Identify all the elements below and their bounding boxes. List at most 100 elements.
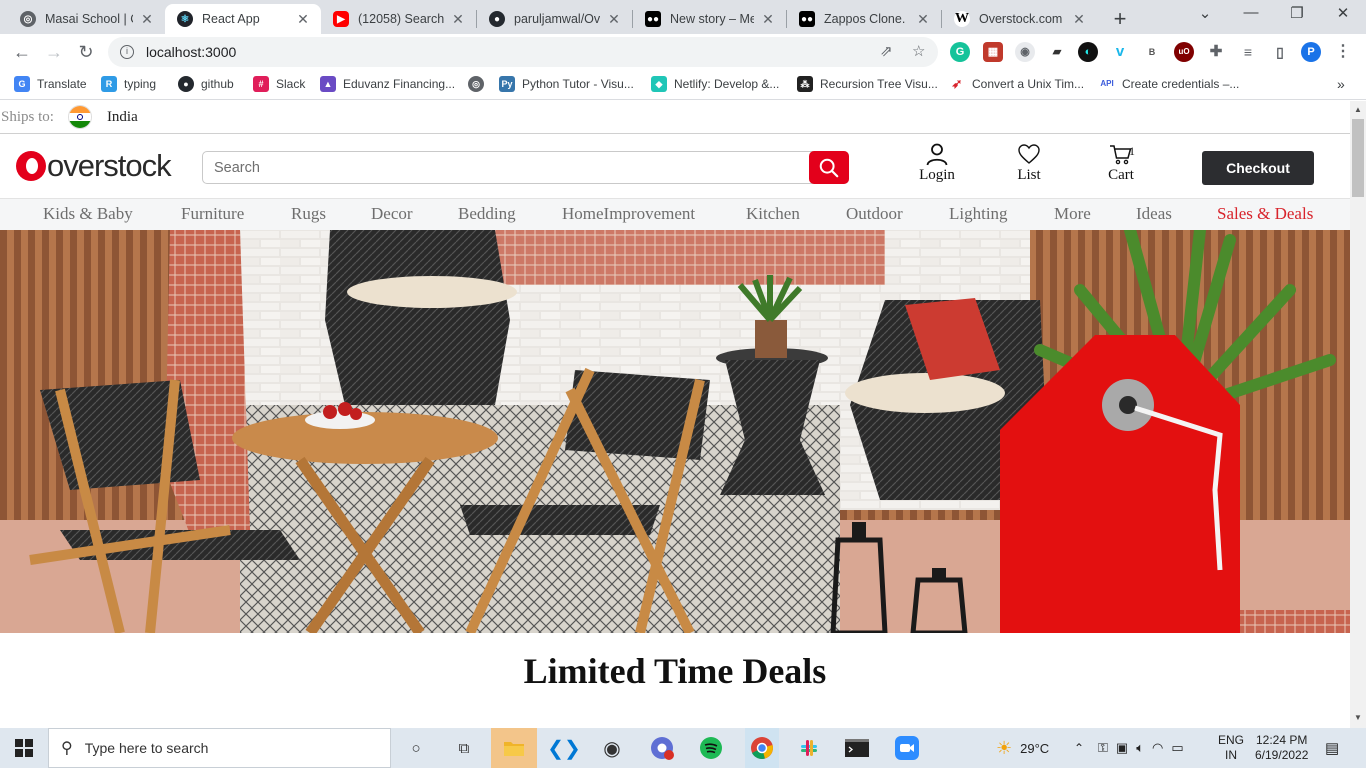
zoom-icon[interactable] xyxy=(893,734,921,762)
scroll-up-icon[interactable]: ▲ xyxy=(1354,105,1362,114)
category-home-improvement[interactable]: HomeImprovement xyxy=(562,204,695,224)
bookmark-item[interactable]: ▲ Eduvanz Financing... xyxy=(320,76,455,92)
bookmark-item[interactable]: ◆ Netlify: Develop &... xyxy=(651,76,779,92)
browser-tab[interactable]: ●● Zappos Clone. I a ✕ xyxy=(787,4,941,34)
network-icon[interactable]: ⚿ xyxy=(1098,740,1108,756)
scroll-down-icon[interactable]: ▼ xyxy=(1354,713,1362,722)
category-kitchen[interactable]: Kitchen xyxy=(746,204,800,224)
category-rugs[interactable]: Rugs xyxy=(291,204,326,224)
share-icon[interactable]: ⇗ xyxy=(880,42,893,60)
chrome-icon[interactable] xyxy=(745,728,779,768)
notifications-icon[interactable]: ▤ xyxy=(1325,728,1339,768)
category-more[interactable]: More xyxy=(1054,204,1091,224)
browser-tab[interactable]: ▶ (12058) Search Fi ✕ xyxy=(321,4,476,34)
site-info-icon[interactable]: i xyxy=(120,45,134,59)
menu-kebab-icon[interactable]: ⋮ xyxy=(1333,42,1353,62)
weather-widget[interactable]: ☀ 29°C xyxy=(996,728,1049,768)
volume-icon[interactable]: 🔈︎ xyxy=(1136,740,1144,756)
category-lighting[interactable]: Lighting xyxy=(949,204,1008,224)
page-scrollbar[interactable]: ▲ ▼ xyxy=(1350,101,1366,728)
profile-avatar[interactable]: P xyxy=(1301,42,1321,62)
browser-tab[interactable]: ●● New story – Medi ✕ xyxy=(633,4,786,34)
vimeo-icon[interactable]: v xyxy=(1110,42,1130,62)
maximize-button[interactable]: ❐ xyxy=(1282,4,1312,22)
language-indicator[interactable]: ENG IN xyxy=(1218,728,1244,768)
india-flag-icon[interactable] xyxy=(67,105,92,129)
ublock-icon[interactable]: uO xyxy=(1174,42,1194,62)
category-decor[interactable]: Decor xyxy=(371,204,413,224)
checkout-button[interactable]: Checkout xyxy=(1202,151,1314,185)
category-sales-deals[interactable]: Sales & Deals xyxy=(1217,204,1313,224)
overstock-logo[interactable]: overstock xyxy=(16,148,172,184)
category-bedding[interactable]: Bedding xyxy=(458,204,516,224)
minimize-button[interactable]: — xyxy=(1236,4,1266,21)
category-furniture[interactable]: Furniture xyxy=(181,204,244,224)
browser-tab[interactable]: ● paruljamwal/Ove ✕ xyxy=(477,4,632,34)
extension-icon[interactable]: ▰ xyxy=(1047,42,1067,62)
category-outdoor[interactable]: Outdoor xyxy=(846,204,903,224)
bookmark-item[interactable]: ⁂ Recursion Tree Visu... xyxy=(797,76,938,92)
new-tab-button[interactable]: + xyxy=(1108,6,1132,32)
cart-button[interactable]: 1 Cart xyxy=(1086,142,1156,184)
taskbar-search-box[interactable]: ⚲ Type here to search xyxy=(48,728,391,768)
browser-tab-active[interactable]: ⚛ React App ✕ xyxy=(165,4,321,34)
bookmark-item[interactable]: ➶ Convert a Unix Tim... xyxy=(949,76,1084,92)
slack-taskbar-icon[interactable] xyxy=(795,734,823,762)
login-button[interactable]: Login xyxy=(902,142,972,184)
close-tab-icon[interactable]: ✕ xyxy=(450,11,466,28)
terminal-icon[interactable] xyxy=(843,734,871,762)
extension-icon[interactable]: B xyxy=(1142,42,1162,62)
more-bookmarks-icon[interactable]: » xyxy=(1337,76,1345,92)
tab-search-icon[interactable]: ⌄ xyxy=(1190,4,1220,22)
bookmark-item[interactable]: # Slack xyxy=(253,76,305,92)
forward-button[interactable]: → xyxy=(42,40,66,64)
close-tab-icon[interactable]: ✕ xyxy=(139,11,155,28)
extension-icon[interactable]: ◐ xyxy=(1078,42,1098,62)
extensions-puzzle-icon[interactable]: ✚ xyxy=(1206,42,1226,62)
vscode-icon[interactable]: ❮❯ xyxy=(547,734,581,762)
bookmark-item[interactable]: Py Python Tutor - Visu... xyxy=(499,76,634,92)
extension-icon[interactable]: ◉ xyxy=(1015,42,1035,62)
extension-icon[interactable]: ▦ xyxy=(983,42,1003,62)
system-tray-icons[interactable]: ⚿ ▣ 🔈︎ ◠ ▭ xyxy=(1098,728,1184,768)
windows-start-icon[interactable] xyxy=(10,734,38,762)
browser-tab[interactable]: W Overstock.com - ✕ xyxy=(942,4,1097,34)
display-icon[interactable]: ▣ xyxy=(1116,740,1128,756)
cortana-icon[interactable]: ○ xyxy=(402,734,430,762)
grammarly-icon[interactable]: G xyxy=(950,42,970,62)
close-tab-icon[interactable]: ✕ xyxy=(295,11,311,28)
close-tab-icon[interactable]: ✕ xyxy=(1071,11,1087,28)
hero-banner[interactable] xyxy=(0,230,1350,633)
show-hidden-icons[interactable]: ⌃ xyxy=(1074,728,1084,768)
close-tab-icon[interactable]: ✕ xyxy=(606,11,622,28)
browser-tab[interactable]: ◎ Masai School | Co ✕ xyxy=(8,4,165,34)
bookmark-item[interactable]: G Translate xyxy=(14,76,87,92)
battery-icon[interactable]: ▭ xyxy=(1171,740,1183,756)
search-input[interactable] xyxy=(203,152,803,183)
task-view-icon[interactable]: ⧉ xyxy=(450,734,478,762)
back-button[interactable]: ← xyxy=(10,40,34,64)
close-tab-icon[interactable]: ✕ xyxy=(760,11,776,28)
bookmark-item[interactable]: ◎ xyxy=(468,76,491,92)
close-window-button[interactable]: ✕ xyxy=(1328,4,1358,22)
list-button[interactable]: List xyxy=(994,142,1064,184)
category-kids-baby[interactable]: Kids & Baby xyxy=(43,204,133,224)
bookmark-item[interactable]: ● github xyxy=(178,76,234,92)
scrollbar-thumb[interactable] xyxy=(1352,119,1364,197)
close-tab-icon[interactable]: ✕ xyxy=(915,11,931,28)
wifi-icon[interactable]: ◠ xyxy=(1152,740,1163,756)
bookmark-star-icon[interactable]: ☆ xyxy=(912,42,925,60)
file-explorer-icon[interactable] xyxy=(491,728,537,768)
country-name[interactable]: India xyxy=(107,109,138,126)
category-ideas[interactable]: Ideas xyxy=(1136,204,1172,224)
clock[interactable]: 12:24 PM 6/19/2022 xyxy=(1255,728,1308,768)
media-queue-icon[interactable]: ≡ xyxy=(1238,42,1258,62)
side-panel-icon[interactable]: ▯ xyxy=(1270,42,1290,62)
bookmark-item[interactable]: R typing xyxy=(101,76,156,92)
search-button[interactable] xyxy=(809,151,849,184)
address-bar[interactable]: i localhost:3000 xyxy=(108,37,938,67)
spotify-icon[interactable] xyxy=(697,734,725,762)
github-desktop-icon[interactable]: ◉ xyxy=(598,734,626,762)
bookmark-item[interactable]: API Create credentials –... xyxy=(1099,76,1239,92)
reload-button[interactable]: ↻ xyxy=(74,40,98,64)
